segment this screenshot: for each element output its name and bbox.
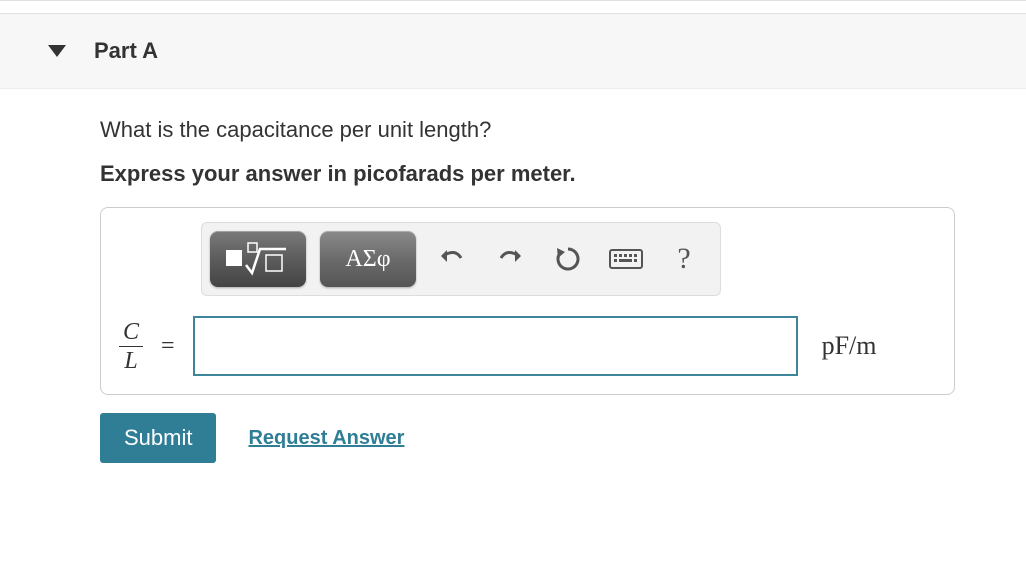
fraction-numerator: C <box>119 320 143 347</box>
help-button[interactable]: ? <box>662 237 706 281</box>
top-divider <box>0 0 1026 1</box>
symbols-button[interactable]: ΑΣφ <box>320 231 416 287</box>
input-row: C L = pF/m <box>119 316 936 376</box>
keyboard-icon <box>609 247 643 271</box>
unit-label: pF/m <box>822 331 877 361</box>
redo-button[interactable] <box>488 237 532 281</box>
answer-box: ΑΣφ <box>100 207 955 395</box>
help-icon: ? <box>677 242 690 276</box>
submit-button[interactable]: Submit <box>100 413 216 463</box>
variable-fraction: C L <box>119 320 143 373</box>
undo-button[interactable] <box>430 237 474 281</box>
collapse-triangle-icon <box>48 45 66 57</box>
reset-button[interactable] <box>546 237 590 281</box>
actions-row: Submit Request Answer <box>100 413 986 463</box>
reset-icon <box>553 244 583 274</box>
undo-icon <box>437 244 467 274</box>
part-header[interactable]: Part A <box>0 13 1026 89</box>
templates-icon <box>222 241 294 277</box>
equals-sign: = <box>161 333 175 360</box>
question-text: What is the capacitance per unit length? <box>100 117 986 143</box>
redo-icon <box>495 244 525 274</box>
part-title: Part A <box>94 38 158 64</box>
fraction-denominator: L <box>124 347 137 373</box>
templates-button[interactable] <box>210 231 306 287</box>
equation-toolbar: ΑΣφ <box>201 222 721 296</box>
answer-input[interactable] <box>193 316 798 376</box>
keyboard-button[interactable] <box>604 237 648 281</box>
request-answer-link[interactable]: Request Answer <box>248 427 404 450</box>
content-area: What is the capacitance per unit length?… <box>0 89 1026 483</box>
instruction-text: Express your answer in picofarads per me… <box>100 161 986 187</box>
greek-symbols-icon: ΑΣφ <box>345 246 390 273</box>
